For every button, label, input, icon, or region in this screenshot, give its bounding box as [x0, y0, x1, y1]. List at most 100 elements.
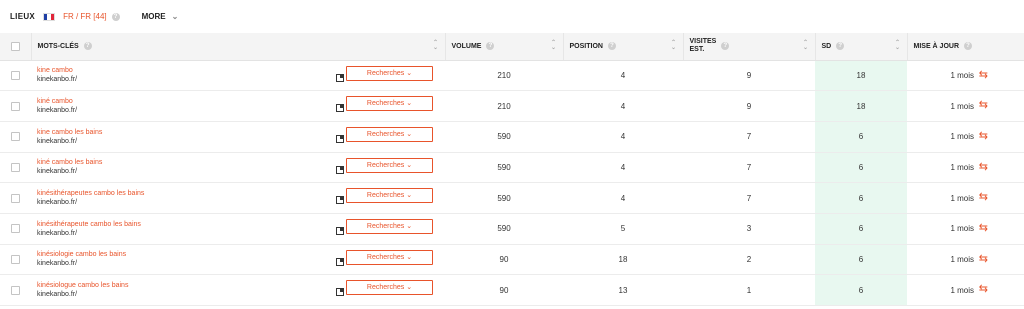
column-keywords[interactable]: MOTS-CLÉS? ⌃ ⌄ [31, 33, 446, 61]
external-link-icon[interactable] [336, 165, 344, 174]
volume-cell: 210 [445, 90, 563, 122]
external-link-icon[interactable] [336, 288, 344, 297]
more-dropdown[interactable]: MORE ⌄ [142, 12, 179, 21]
row-select-cell [0, 182, 31, 214]
position-cell: 4 [563, 121, 683, 153]
column-visits-label: VISITES [689, 38, 717, 46]
column-sd-label: SD [821, 42, 832, 50]
row-checkbox[interactable] [11, 71, 20, 81]
table-row: kinésiologue cambo les bains kinekanbo.f… [0, 274, 1024, 306]
volume-cell: 590 [445, 213, 563, 245]
table-row: kine cambo les bains kinekanbo.fr/ Reche… [0, 121, 1024, 153]
external-link-icon[interactable] [336, 196, 344, 205]
help-icon[interactable]: ? [721, 42, 730, 51]
sort-icon[interactable]: ⌃ ⌄ [551, 40, 557, 51]
position-cell: 4 [563, 182, 683, 214]
row-checkbox[interactable] [11, 255, 20, 265]
column-visits[interactable]: VISITES EST.? ⌃ ⌄ [683, 33, 816, 61]
sort-icon[interactable]: ⌃ ⌄ [803, 40, 809, 51]
recherches-button[interactable]: Recherches ⌄ [346, 218, 433, 234]
row-select-cell [0, 121, 31, 153]
row-checkbox[interactable] [11, 193, 20, 203]
volume-cell: 90 [445, 244, 563, 276]
update-cell: 1 mois ⇆ [907, 60, 1024, 92]
help-icon[interactable]: ? [964, 41, 973, 50]
refresh-icon[interactable]: ⇆ [979, 192, 988, 203]
refresh-icon[interactable]: ⇆ [979, 69, 988, 81]
recherches-button[interactable]: Recherches ⌄ [346, 126, 433, 142]
keyword-cell: kinésiologue cambo les bains kinekanbo.f… [31, 274, 445, 306]
visits-cell: 7 [683, 182, 815, 214]
row-checkbox[interactable] [11, 132, 20, 142]
refresh-icon[interactable]: ⇆ [979, 130, 988, 142]
row-select-cell [0, 90, 31, 122]
help-icon[interactable]: ? [607, 41, 616, 50]
table-row: kinésithérapeutes cambo les bains kineka… [0, 182, 1024, 214]
position-cell: 4 [563, 90, 683, 122]
external-link-icon[interactable] [336, 226, 344, 235]
table-row: kine cambo kinekanbo.fr/ Recherches ⌄ 21… [0, 60, 1024, 92]
sd-cell: 6 [815, 244, 907, 276]
location-selector-link[interactable]: FR / FR [44] [63, 12, 107, 21]
select-all-checkbox[interactable] [10, 41, 20, 51]
recherches-button[interactable]: Recherches ⌄ [346, 188, 433, 204]
refresh-icon[interactable]: ⇆ [979, 100, 988, 111]
row-checkbox[interactable] [11, 163, 20, 173]
row-select-cell [0, 152, 31, 184]
keyword-cell: kiné cambo kinekanbo.fr/ Recherches ⌄ [31, 90, 445, 122]
help-icon[interactable]: ? [111, 12, 120, 21]
row-checkbox[interactable] [11, 101, 20, 111]
visits-cell: 7 [683, 121, 815, 153]
update-cell: 1 mois ⇆ [907, 274, 1024, 306]
sd-cell: 6 [815, 213, 907, 245]
sort-icon[interactable]: ⌃ ⌄ [671, 40, 677, 51]
recherches-button[interactable]: Recherches ⌄ [346, 96, 433, 112]
visits-cell: 3 [683, 213, 815, 245]
sort-icon[interactable]: ⌃ ⌄ [433, 40, 439, 51]
refresh-icon[interactable]: ⇆ [979, 222, 988, 234]
select-all-cell [0, 33, 32, 61]
recherches-button[interactable]: Recherches ⌄ [346, 280, 433, 296]
refresh-icon[interactable]: ⇆ [979, 253, 988, 265]
external-link-icon[interactable] [336, 104, 344, 113]
position-cell: 4 [563, 60, 683, 92]
recherches-button[interactable]: Recherches ⌄ [346, 249, 433, 265]
column-sd[interactable]: SD? ⌃ ⌄ [815, 33, 908, 61]
row-checkbox[interactable] [11, 224, 20, 234]
position-cell: 4 [563, 152, 683, 184]
sd-cell: 18 [815, 60, 907, 92]
help-icon[interactable]: ? [486, 41, 495, 50]
table-row: kinésithérapeute cambo les bains kinekan… [0, 213, 1024, 245]
sort-icon[interactable]: ⌃ ⌄ [895, 40, 901, 51]
volume-cell: 210 [445, 60, 563, 92]
france-flag-icon [43, 12, 56, 21]
recherches-button[interactable]: Recherches ⌄ [346, 157, 433, 173]
update-value: 1 mois [950, 254, 974, 264]
update-value: 1 mois [950, 70, 974, 80]
row-select-cell [0, 60, 31, 92]
external-link-icon[interactable] [336, 73, 344, 82]
column-position[interactable]: POSITION? ⌃ ⌄ [563, 33, 684, 61]
visits-cell: 9 [683, 90, 815, 122]
table-row: kiné cambo les bains kinekanbo.fr/ Reche… [0, 152, 1024, 184]
external-link-icon[interactable] [336, 257, 344, 266]
external-link-icon[interactable] [336, 134, 344, 143]
location-bar: LIEUX FR / FR [44] ? MORE ⌄ [0, 0, 1024, 33]
visits-cell: 9 [683, 60, 815, 92]
update-value: 1 mois [950, 101, 974, 111]
column-update-label: MISE À JOUR [913, 42, 960, 50]
recherches-button[interactable]: Recherches ⌄ [346, 65, 433, 81]
help-icon[interactable]: ? [836, 41, 845, 50]
keyword-cell: kiné cambo les bains kinekanbo.fr/ Reche… [31, 152, 445, 184]
help-icon[interactable]: ? [83, 41, 92, 50]
column-update[interactable]: MISE À JOUR? [907, 33, 1024, 61]
table-row: kiné cambo kinekanbo.fr/ Recherches ⌄ 21… [0, 90, 1024, 122]
row-checkbox[interactable] [11, 285, 20, 295]
position-cell: 5 [563, 213, 683, 245]
refresh-icon[interactable]: ⇆ [979, 284, 988, 295]
chevron-down-icon: ⌄ [171, 12, 179, 21]
column-volume[interactable]: VOLUME? ⌃ ⌄ [445, 33, 564, 61]
table-body: kine cambo kinekanbo.fr/ Recherches ⌄ 21… [0, 60, 1024, 306]
table-row: kinésiologie cambo les bains kinekanbo.f… [0, 244, 1024, 276]
refresh-icon[interactable]: ⇆ [979, 161, 988, 173]
